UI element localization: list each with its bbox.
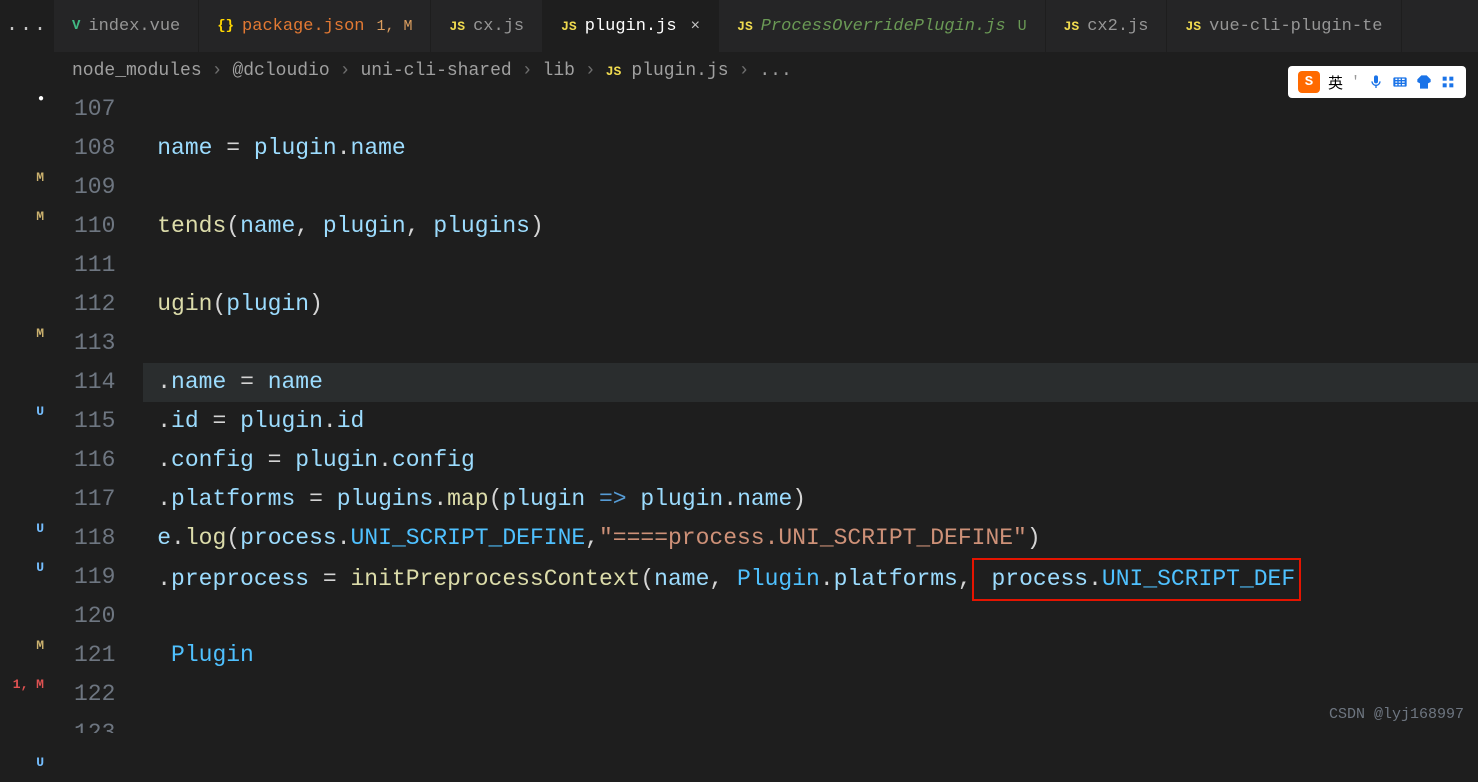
watermark: CSDN @lyj168997 xyxy=(1329,706,1464,723)
code-line[interactable]: ugin(plugin) xyxy=(143,285,1478,324)
tab-suffix: U xyxy=(1018,18,1027,35)
code-line[interactable] xyxy=(143,246,1478,285)
scm-m: M xyxy=(0,158,54,197)
code-line[interactable] xyxy=(143,168,1478,207)
tab-label: ProcessOverridePlugin.js xyxy=(761,17,1006,36)
breadcrumb-item[interactable]: lib xyxy=(543,61,575,81)
tab-process-override[interactable]: JS ProcessOverridePlugin.js U xyxy=(719,0,1045,52)
breadcrumb-item[interactable]: ... xyxy=(759,61,791,81)
breadcrumb[interactable]: node_modules › @dcloudio › uni-cli-share… xyxy=(54,52,1478,90)
breadcrumb-item[interactable]: @dcloudio xyxy=(232,61,329,81)
chevron-right-icon: › xyxy=(522,61,533,81)
code-editor[interactable]: 107 108 109 110 111 112 113 114 115 116 … xyxy=(54,90,1478,733)
scm-1m: 1, M xyxy=(0,665,54,704)
tab-vue-cli-plugin[interactable]: JS vue-cli-plugin-te xyxy=(1167,0,1401,52)
tab-cx-js[interactable]: JS cx.js xyxy=(431,0,543,52)
code-line[interactable] xyxy=(143,90,1478,129)
scm-u: U xyxy=(0,392,54,431)
scm-markers: ● M M M U U U M 1, M U xyxy=(0,41,54,782)
js-icon: JS xyxy=(561,19,577,34)
line-numbers: 107 108 109 110 111 112 113 114 115 116 … xyxy=(54,90,143,733)
keyboard-icon[interactable] xyxy=(1392,74,1408,90)
js-icon: JS xyxy=(606,64,622,79)
breadcrumb-item[interactable]: plugin.js xyxy=(631,61,728,81)
scm-dirty-dot: ● xyxy=(0,80,54,119)
activity-menu[interactable]: ··· xyxy=(0,18,54,41)
code-line[interactable]: .platforms = plugins.map(plugin => plugi… xyxy=(143,480,1478,519)
tab-cx2-js[interactable]: JS cx2.js xyxy=(1046,0,1168,52)
highlighted-annotation: process.UNI_SCRIPT_DEF xyxy=(972,558,1301,601)
js-icon: JS xyxy=(737,19,753,34)
tab-index-vue[interactable]: V index.vue xyxy=(54,0,199,52)
js-icon: JS xyxy=(449,19,465,34)
ime-toolbar[interactable]: S 英 ' xyxy=(1288,66,1466,98)
code-line[interactable]: .config = plugin.config xyxy=(143,441,1478,480)
code-line[interactable]: .name = name xyxy=(143,363,1478,402)
tab-label: cx.js xyxy=(473,17,524,36)
code-line[interactable] xyxy=(143,597,1478,636)
sogou-icon[interactable]: S xyxy=(1298,71,1320,93)
scm-m: M xyxy=(0,626,54,665)
code-line[interactable] xyxy=(143,675,1478,714)
microphone-icon[interactable] xyxy=(1368,74,1384,90)
tab-label: cx2.js xyxy=(1087,17,1148,36)
json-icon: {} xyxy=(217,18,234,34)
tab-label: package.json xyxy=(242,17,364,36)
chevron-right-icon: › xyxy=(585,61,596,81)
tab-label: vue-cli-plugin-te xyxy=(1209,17,1382,36)
chevron-right-icon: › xyxy=(340,61,351,81)
tab-plugin-js[interactable]: JS plugin.js × xyxy=(543,0,719,52)
editor-tabs: V index.vue {} package.json 1, M JS cx.j… xyxy=(54,0,1478,52)
scm-u: U xyxy=(0,509,54,548)
code-line[interactable]: Plugin xyxy=(143,636,1478,675)
code-content[interactable]: name = plugin.name tends(name, plugin, p… xyxy=(143,90,1478,733)
chevron-right-icon: › xyxy=(212,61,223,81)
toolbox-icon[interactable] xyxy=(1440,74,1456,90)
tab-package-json[interactable]: {} package.json 1, M xyxy=(199,0,431,52)
js-icon: JS xyxy=(1185,19,1201,34)
tab-suffix: 1, M xyxy=(376,18,412,35)
tab-label: index.vue xyxy=(88,17,180,36)
code-line[interactable]: e.log(process.UNI_SCRIPT_DEFINE,"====pro… xyxy=(143,519,1478,558)
tab-label: plugin.js xyxy=(585,17,677,36)
ime-lang[interactable]: 英 xyxy=(1328,72,1343,93)
left-gutter: ··· ● M M M U U U M 1, M U xyxy=(0,0,54,733)
code-line[interactable]: name = plugin.name xyxy=(143,129,1478,168)
close-icon[interactable]: × xyxy=(691,17,701,35)
skin-icon[interactable] xyxy=(1416,74,1432,90)
ime-sep: ' xyxy=(1351,74,1360,91)
chevron-right-icon: › xyxy=(739,61,750,81)
code-line[interactable] xyxy=(143,714,1478,733)
js-icon: JS xyxy=(1064,19,1080,34)
code-line[interactable] xyxy=(143,324,1478,363)
scm-m: M xyxy=(0,197,54,236)
breadcrumb-item[interactable]: uni-cli-shared xyxy=(360,61,511,81)
scm-u: U xyxy=(0,548,54,587)
vue-icon: V xyxy=(72,18,80,34)
code-line[interactable]: .id = plugin.id xyxy=(143,402,1478,441)
scm-m: M xyxy=(0,314,54,353)
code-line[interactable]: tends(name, plugin, plugins) xyxy=(143,207,1478,246)
breadcrumb-item[interactable]: node_modules xyxy=(72,61,202,81)
code-line[interactable]: .preprocess = initPreprocessContext(name… xyxy=(143,558,1478,597)
scm-u: U xyxy=(0,743,54,782)
